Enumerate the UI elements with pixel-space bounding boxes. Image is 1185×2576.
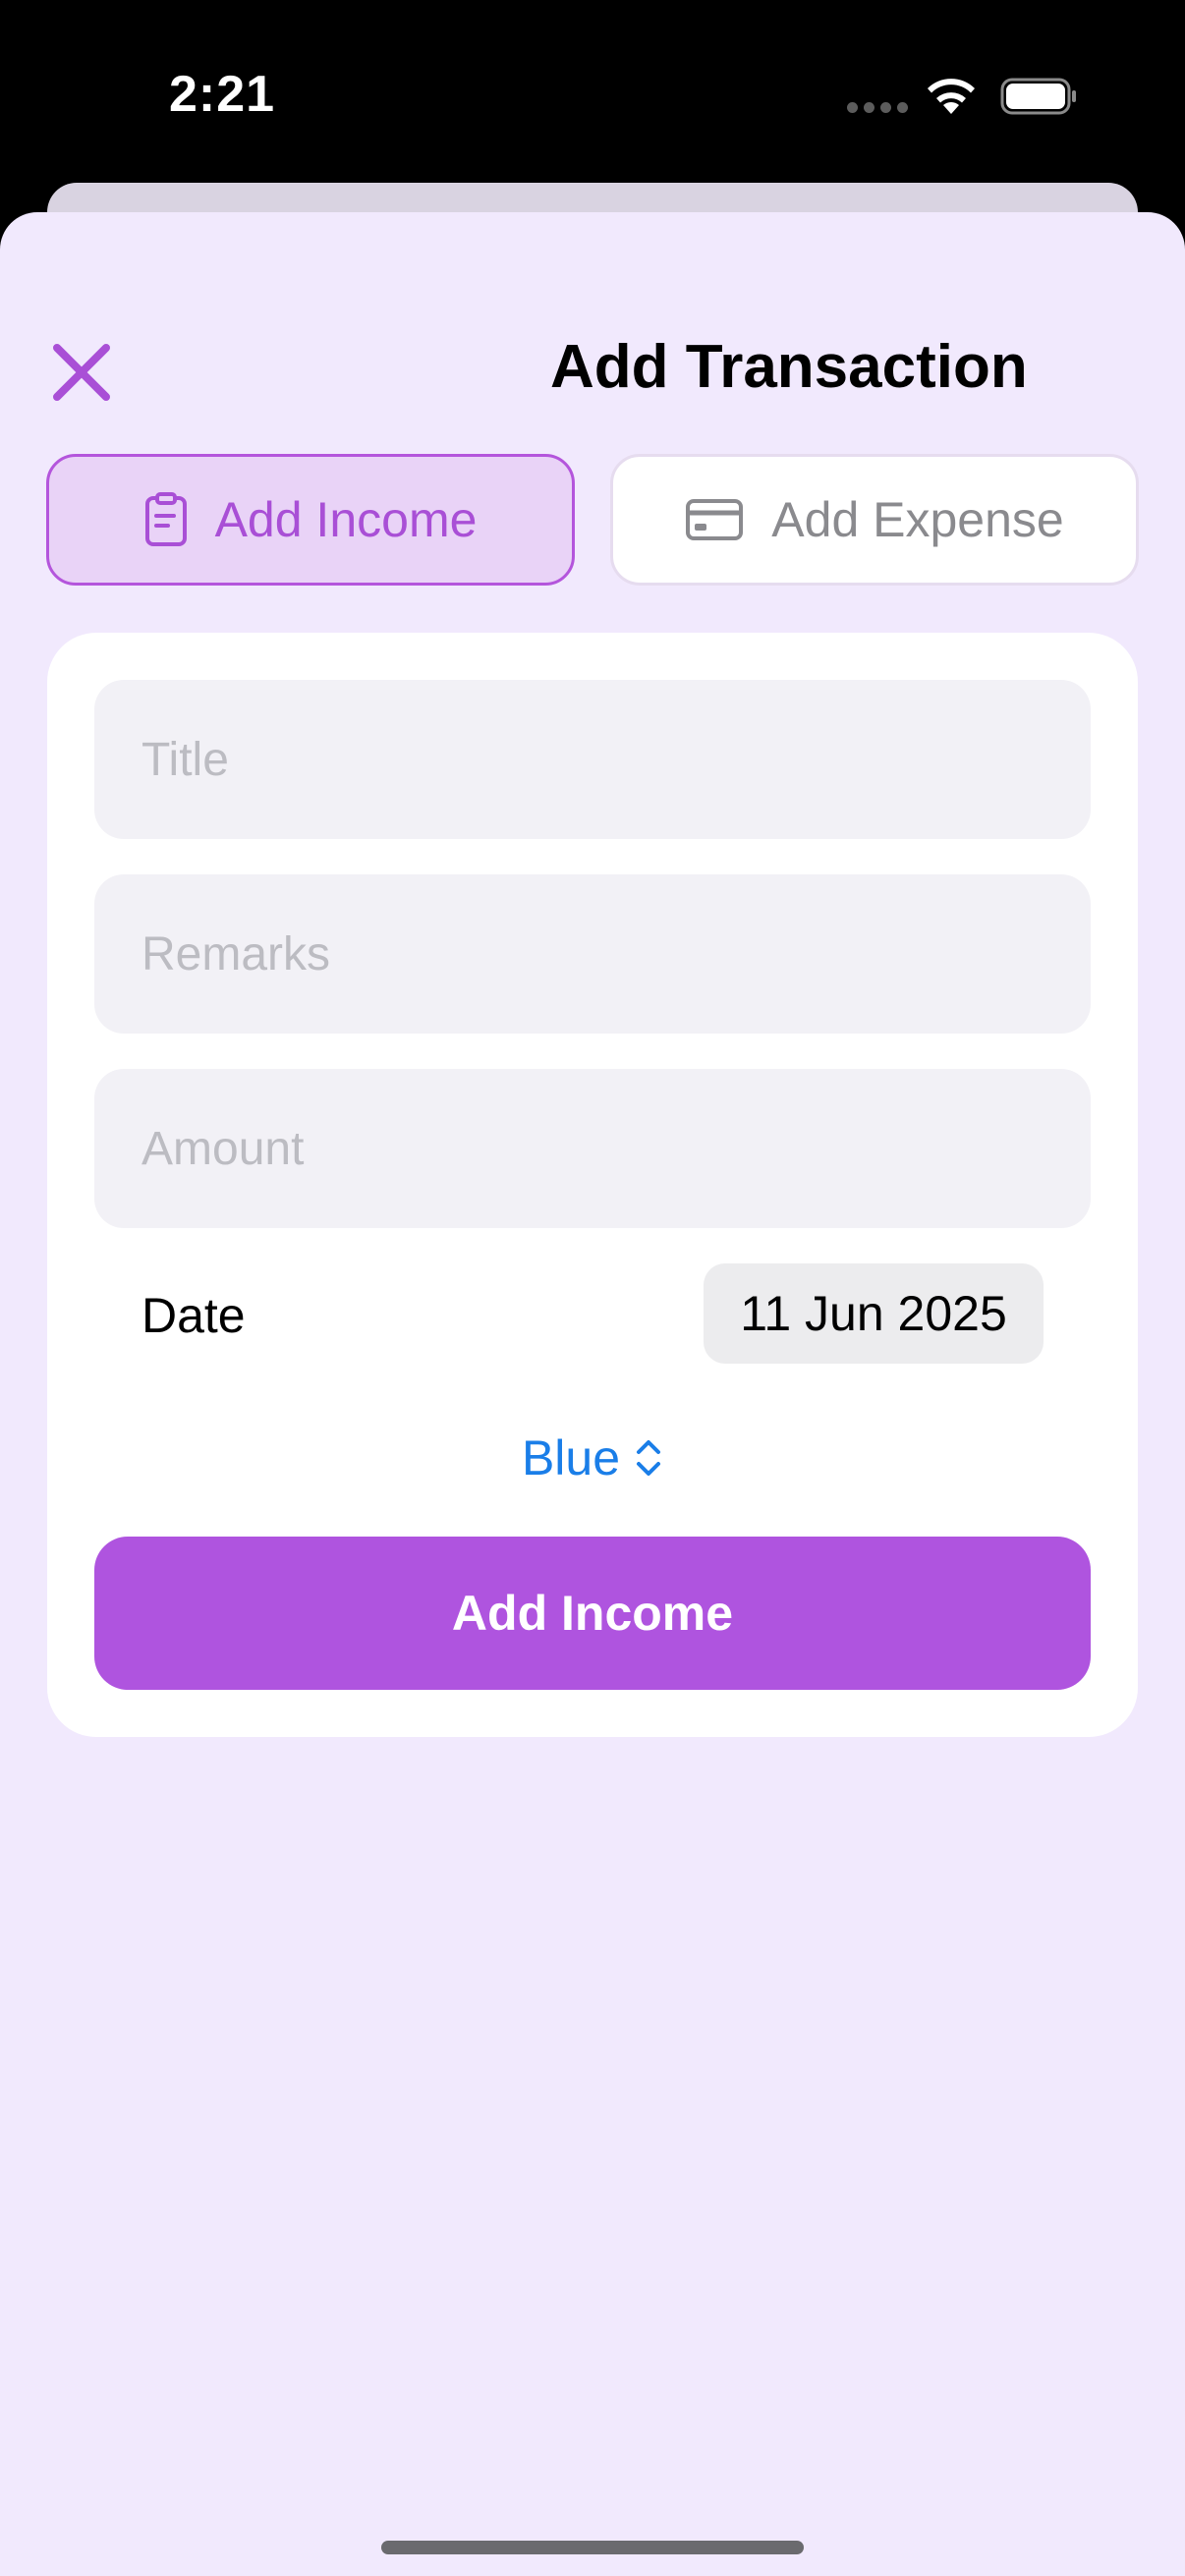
credit-card-icon: [686, 499, 744, 540]
battery-icon: [1000, 78, 1076, 115]
title-field[interactable]: [141, 732, 1091, 787]
remarks-field[interactable]: [141, 926, 1091, 981]
page-title: Add Transaction: [550, 333, 1028, 401]
tab-label: Add Expense: [771, 492, 1064, 547]
clipboard-icon: [144, 492, 187, 546]
title-field-container: [94, 680, 1091, 839]
amount-field[interactable]: [141, 1121, 1091, 1176]
date-label: Date: [141, 1288, 246, 1343]
tab-add-income[interactable]: Add Income: [46, 454, 575, 586]
status-bar: 2:21: [0, 0, 1185, 187]
date-picker[interactable]: 11 Jun 2025: [704, 1263, 1044, 1364]
home-indicator[interactable]: [381, 2541, 804, 2554]
status-time: 2:21: [169, 66, 276, 123]
transaction-form: Date 11 Jun 2025 Blue Add Income: [47, 633, 1138, 1737]
tab-label: Add Income: [214, 492, 478, 547]
remarks-field-container: [94, 874, 1091, 1034]
color-picker[interactable]: Blue: [47, 1419, 1138, 1497]
color-picker-value: Blue: [521, 1430, 621, 1485]
signal-dots-icon: [847, 102, 908, 114]
add-income-button[interactable]: Add Income: [94, 1537, 1091, 1690]
amount-field-container: [94, 1069, 1091, 1228]
screen: 2:21 Add Transaction Add Income Add Expe…: [0, 0, 1185, 2576]
close-icon[interactable]: [49, 340, 114, 405]
wifi-icon: [928, 79, 975, 114]
chevron-up-down-icon: [637, 1440, 661, 1476]
tab-add-expense[interactable]: Add Expense: [610, 454, 1139, 586]
